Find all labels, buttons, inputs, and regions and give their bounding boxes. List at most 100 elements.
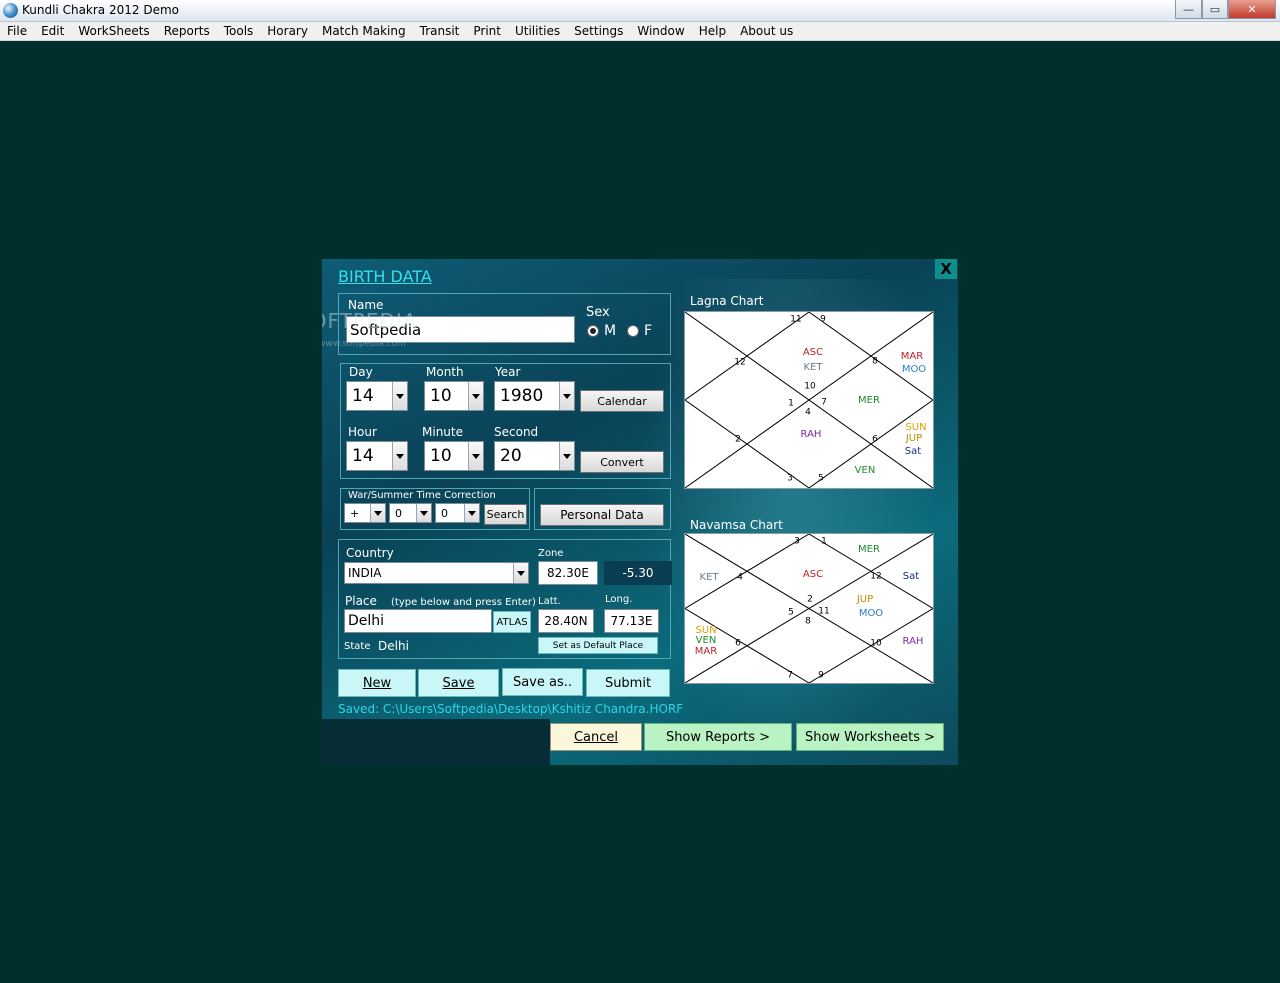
chevron-down-icon [392,442,407,470]
sex-female-radio[interactable] [627,325,639,337]
menu-settings[interactable]: Settings [567,24,630,38]
day-label: Day [349,365,373,379]
lagna-house-number: 11 [790,314,802,325]
maximize-button[interactable]: ▭ [1202,0,1228,19]
menu-edit[interactable]: Edit [34,24,71,38]
state-label: State [344,641,371,652]
lagna-planet-mer: MER [858,395,880,406]
war-time-hours-select[interactable]: 0 [389,503,432,523]
navamsa-house-number: 6 [735,638,741,649]
menu-utilities[interactable]: Utilities [508,24,567,38]
minute-label: Minute [422,425,463,439]
zone-offset-value: -5.30 [604,561,672,585]
minimize-icon: — [1183,2,1194,16]
navamsa-planet-ket: KET [699,572,719,583]
day-value: 14 [352,386,374,406]
navamsa-chart: 3 1 4 12 2 5 11 8 6 10 7 9 MER KET ASC S… [684,533,934,684]
navamsa-house-number: 9 [818,670,824,681]
menu-horary[interactable]: Horary [260,24,315,38]
lagna-planet-sun: SUN [905,422,927,433]
sex-male-radio[interactable] [587,325,599,337]
latitude-label: Latt. [538,596,561,607]
war-time-minutes-select[interactable]: 0 [435,503,480,523]
place-input[interactable]: Delhi [344,609,492,633]
second-value: 20 [500,446,522,466]
save-button[interactable]: Save [418,669,499,697]
lagna-house-number: 12 [734,357,746,368]
longitude-input[interactable]: 77.13E [604,609,659,633]
lagna-chart-lines [685,312,933,488]
latitude-input[interactable]: 28.40N [538,609,594,633]
state-value: Delhi [378,639,409,653]
cancel-button[interactable]: Cancel [550,723,642,751]
lagna-house-number: 2 [735,434,741,445]
longitude-label: Long. [605,594,633,605]
navamsa-planet-asc: ASC [802,569,824,580]
war-time-sign-select[interactable]: + [344,503,386,523]
chevron-down-icon [513,563,528,583]
lagna-planet-asc: ASC [802,347,824,358]
sex-label: Sex [586,305,610,320]
minute-select[interactable]: 10 [424,441,484,471]
hour-select[interactable]: 14 [346,441,408,471]
menu-file[interactable]: File [0,24,34,38]
month-label: Month [426,365,464,379]
minimize-button[interactable]: — [1175,0,1202,19]
menu-about-us[interactable]: About us [733,24,800,38]
year-label: Year [495,365,521,379]
navamsa-house-number: 2 [807,594,813,605]
chevron-down-icon [559,442,574,470]
zone-label: Zone [538,548,564,559]
new-button[interactable]: New [338,669,416,697]
menu-print[interactable]: Print [466,24,508,38]
watermark-subtext: www.softpedia.com [322,339,406,349]
sex-female-label: F [644,323,653,339]
place-label: Place [345,594,377,608]
submit-button[interactable]: Submit [586,669,670,697]
personal-data-button[interactable]: Personal Data [540,504,664,526]
menu-reports[interactable]: Reports [157,24,217,38]
lagna-house-number: 1 [788,398,794,409]
zone-input[interactable]: 82.30E [538,561,598,585]
country-select[interactable]: INDIA [344,562,529,584]
lagna-chart-title: Lagna Chart [690,294,764,308]
close-window-button[interactable]: ✕ [1228,0,1276,19]
show-reports-button[interactable]: Show Reports > [644,723,792,751]
day-select[interactable]: 14 [346,381,408,411]
menu-transit[interactable]: Transit [413,24,467,38]
war-time-label: War/Summer Time Correction [348,490,496,501]
year-select[interactable]: 1980 [494,381,575,411]
convert-button[interactable]: Convert [580,451,664,473]
birth-data-dialog: BIRTH DATA X Name Softpedia SOFTPEDIA ww… [322,259,958,765]
lagna-house-number: 10 [804,381,816,392]
month-value: 10 [430,386,452,406]
calendar-button[interactable]: Calendar [580,390,664,412]
saved-path-status: Saved: C:\Users\Softpedia\Desktop\Kshiti… [338,702,684,716]
menu-worksheets[interactable]: WorkSheets [71,24,156,38]
set-default-place-button[interactable]: Set as Default Place [538,637,658,654]
navamsa-house-number: 11 [818,606,830,617]
menu-match-making[interactable]: Match Making [315,24,413,38]
war-time-search-button[interactable]: Search [484,504,527,525]
navamsa-house-number: 8 [805,616,811,627]
dialog-close-button[interactable]: X [935,259,957,279]
navamsa-house-number: 10 [870,638,882,649]
navamsa-chart-lines [685,534,933,683]
country-label: Country [346,546,394,560]
chevron-down-icon [468,382,483,410]
lagna-chart: 11 9 12 8 10 1 7 4 2 6 3 5 ASC KET MAR M… [684,311,934,489]
show-worksheets-button[interactable]: Show Worksheets > [796,723,944,751]
watermark-text: SOFTPEDIA [322,309,418,333]
save-as-button[interactable]: Save as.. [502,668,583,696]
navamsa-planet-rah: RAH [902,636,924,647]
hour-label: Hour [348,425,377,439]
second-select[interactable]: 20 [494,441,575,471]
navamsa-planet-mar: MAR [694,646,718,657]
navamsa-planet-ven: VEN [695,635,717,646]
navamsa-planet-moo: MOO [858,608,884,619]
month-select[interactable]: 10 [424,381,484,411]
menu-tools[interactable]: Tools [217,24,261,38]
atlas-button[interactable]: ATLAS [493,611,531,633]
menu-window[interactable]: Window [630,24,691,38]
menu-help[interactable]: Help [692,24,733,38]
